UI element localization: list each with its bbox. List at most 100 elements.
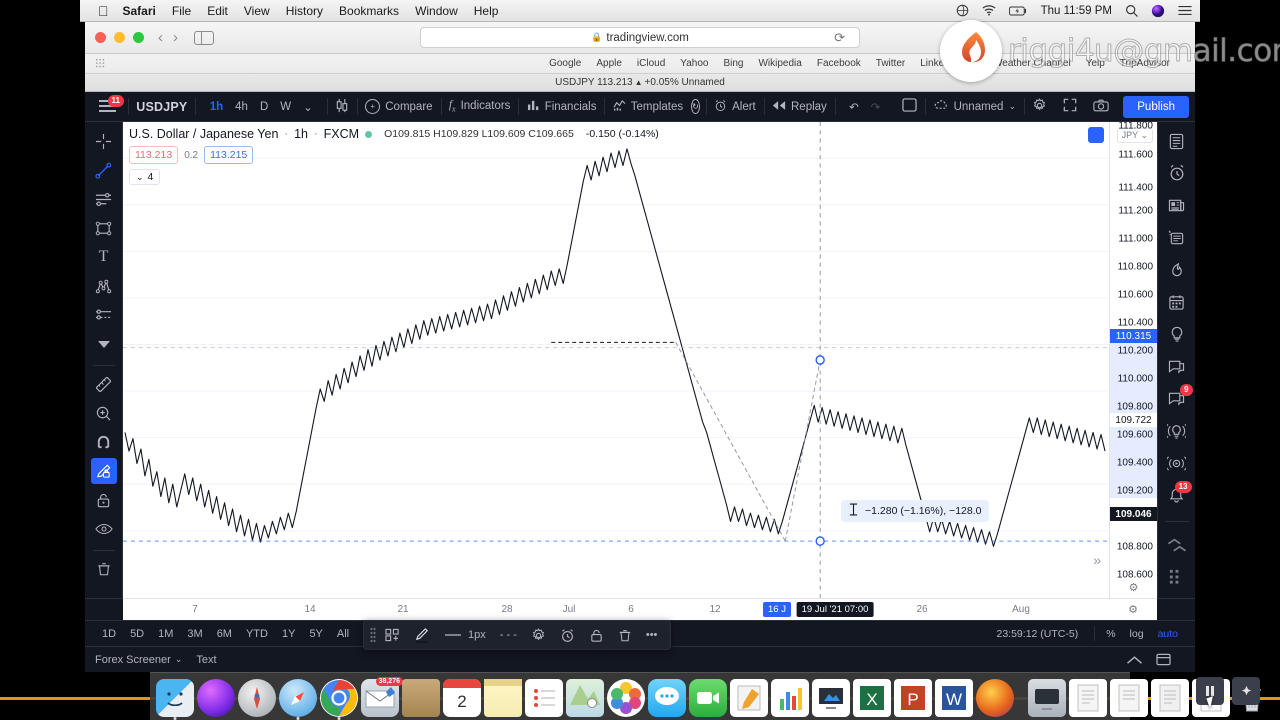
- chart-canvas[interactable]: U.S. Dollar / Japanese Yen · 1h · FXCM O…: [123, 122, 1109, 598]
- watchlist-icon[interactable]: [1163, 130, 1191, 152]
- reload-icon[interactable]: ⟳: [834, 30, 845, 46]
- lightbulb-icon[interactable]: [1163, 323, 1191, 345]
- layout-select-group[interactable]: [894, 92, 925, 121]
- patterns-tool-icon[interactable]: [91, 273, 117, 299]
- drawing-mode-lock-icon[interactable]: [90, 458, 117, 484]
- symbol-group[interactable]: USDJPY: [128, 92, 195, 121]
- shapes-tool-icon[interactable]: [91, 215, 117, 241]
- dock-launchpad-icon[interactable]: [238, 679, 276, 717]
- broadcast-idea-icon[interactable]: [1163, 420, 1191, 442]
- dock-notes-icon[interactable]: [484, 679, 522, 717]
- undo-templates-icon[interactable]: ↻: [691, 99, 700, 114]
- crosshair-tool-icon[interactable]: [91, 128, 117, 154]
- bookmarks-grid-icon[interactable]: [95, 58, 106, 69]
- auto-scale-button[interactable]: auto: [1151, 628, 1185, 640]
- dock-mail-icon[interactable]: 38,276: [361, 677, 403, 717]
- log-scale-button[interactable]: log: [1123, 628, 1151, 640]
- bookmark-linkedin[interactable]: LinkedIn: [920, 58, 958, 69]
- control-center-icon[interactable]: [1178, 5, 1192, 16]
- drawing-alert-icon[interactable]: [553, 621, 582, 649]
- chevron-collapse-icon[interactable]: [1163, 534, 1191, 556]
- settings-button[interactable]: [1024, 97, 1055, 116]
- bookmark-yelp[interactable]: Yelp: [1086, 58, 1105, 69]
- stop-recording-button[interactable]: [1232, 677, 1260, 705]
- dock-word-icon[interactable]: W: [935, 679, 973, 717]
- bookmark-bing[interactable]: Bing: [723, 58, 743, 69]
- bookmark-facebook[interactable]: Facebook: [817, 58, 861, 69]
- templates-button[interactable]: Templates: [605, 99, 691, 114]
- snapshot-button[interactable]: [1085, 99, 1117, 115]
- line-style-dashed-button[interactable]: - - -: [493, 621, 524, 649]
- drawings-count-chip[interactable]: ⌄ 4: [129, 169, 161, 185]
- remove-drawings-trash-icon[interactable]: [91, 556, 117, 582]
- menu-item-view[interactable]: View: [244, 4, 270, 18]
- dock-documents-icon-2[interactable]: [1110, 679, 1148, 717]
- percent-scale-button[interactable]: %: [1099, 628, 1122, 640]
- text-notes-tab[interactable]: Text: [196, 654, 216, 666]
- search-icon[interactable]: [1125, 4, 1138, 17]
- dock-finder-icon[interactable]: [156, 679, 194, 720]
- minimize-window-button[interactable]: [114, 32, 125, 43]
- range-all[interactable]: All: [330, 628, 356, 640]
- bookmark-tripadvisor[interactable]: TripAdvisor: [1120, 58, 1170, 69]
- measure-ruler-icon[interactable]: [91, 371, 117, 397]
- dock-contacts-icon[interactable]: [402, 679, 440, 717]
- close-window-button[interactable]: [95, 32, 106, 43]
- delete-drawing-trash-icon[interactable]: [611, 621, 639, 649]
- bookmark-apple[interactable]: Apple: [596, 58, 622, 69]
- dock-screens-icon[interactable]: [1028, 679, 1066, 717]
- news-icon[interactable]: [1163, 194, 1191, 216]
- dock-maps-icon[interactable]: [566, 679, 604, 717]
- apple-menu-icon[interactable]: : [98, 4, 109, 18]
- range-3m[interactable]: 3M: [180, 628, 209, 640]
- undo-icon[interactable]: ↶: [843, 98, 865, 116]
- sidebar-toggle-button[interactable]: [194, 30, 214, 45]
- private-chat-icon[interactable]: 9: [1163, 383, 1193, 410]
- range-ytd[interactable]: YTD: [239, 628, 275, 640]
- price-axis-settings-icon[interactable]: ⚙: [1129, 581, 1139, 594]
- time-axis-settings-icon[interactable]: ⚙: [1109, 598, 1157, 620]
- chat-icon[interactable]: [1163, 356, 1191, 378]
- calendar-icon[interactable]: [1163, 291, 1191, 313]
- timeframe-chevron-down-icon[interactable]: ⌄: [297, 98, 319, 116]
- hot-flame-icon[interactable]: [1163, 259, 1191, 281]
- add-to-favorites-icon[interactable]: [378, 621, 407, 649]
- candlestick-icon[interactable]: [335, 98, 349, 116]
- notifications-bell-icon[interactable]: 13: [1163, 480, 1192, 507]
- range-1d[interactable]: 1D: [95, 628, 123, 640]
- dock-excel-icon[interactable]: X: [853, 679, 891, 717]
- main-menu-group[interactable]: 11: [85, 92, 128, 121]
- tab-title-prefix[interactable]: USDJPY 113.213: [555, 77, 632, 88]
- dock-firefox-icon[interactable]: [976, 679, 1014, 717]
- dock-messages-icon[interactable]: [648, 679, 686, 717]
- panel-layout-icon[interactable]: [1156, 653, 1171, 666]
- text-tool-icon[interactable]: T: [91, 244, 117, 270]
- menu-item-history[interactable]: History: [286, 4, 323, 18]
- timeframe-d[interactable]: D: [254, 99, 274, 115]
- collapse-panel-icon[interactable]: [1127, 655, 1142, 665]
- alerts-alarm-icon[interactable]: [1163, 162, 1191, 184]
- forward-button[interactable]: ›: [173, 29, 178, 46]
- main-menu-icon[interactable]: 11: [99, 95, 124, 113]
- tab-title-suffix[interactable]: +0.05% Unnamed: [645, 77, 725, 88]
- alert-button[interactable]: Alert: [706, 99, 764, 115]
- ideas-icon[interactable]: [1163, 227, 1191, 249]
- address-bar[interactable]: 🔒 tradingview.com ⟳: [420, 27, 860, 48]
- object-tree-icon[interactable]: [1163, 566, 1191, 588]
- hide-drawings-eye-icon[interactable]: [91, 516, 117, 542]
- bookmark-icloud[interactable]: iCloud: [637, 58, 665, 69]
- battery-charging-icon[interactable]: [1008, 6, 1027, 16]
- symbol-label[interactable]: USDJPY: [136, 100, 187, 114]
- range-6m[interactable]: 6M: [210, 628, 239, 640]
- menu-item-window[interactable]: Window: [415, 4, 458, 18]
- dock-chrome-icon[interactable]: [320, 679, 358, 720]
- bookmark-yahoo[interactable]: Yahoo: [680, 58, 708, 69]
- lock-drawing-icon[interactable]: [582, 621, 611, 649]
- lock-drawings-icon[interactable]: [91, 487, 117, 513]
- line-color-pencil-icon[interactable]: [407, 621, 438, 649]
- publish-button[interactable]: Publish: [1123, 95, 1189, 118]
- dock-documents-icon-3[interactable]: [1151, 679, 1189, 717]
- dock-safari-icon[interactable]: [279, 679, 317, 720]
- layout-name-button[interactable]: Unnamed ⌄: [926, 99, 1024, 114]
- fullscreen-button[interactable]: [1055, 98, 1085, 115]
